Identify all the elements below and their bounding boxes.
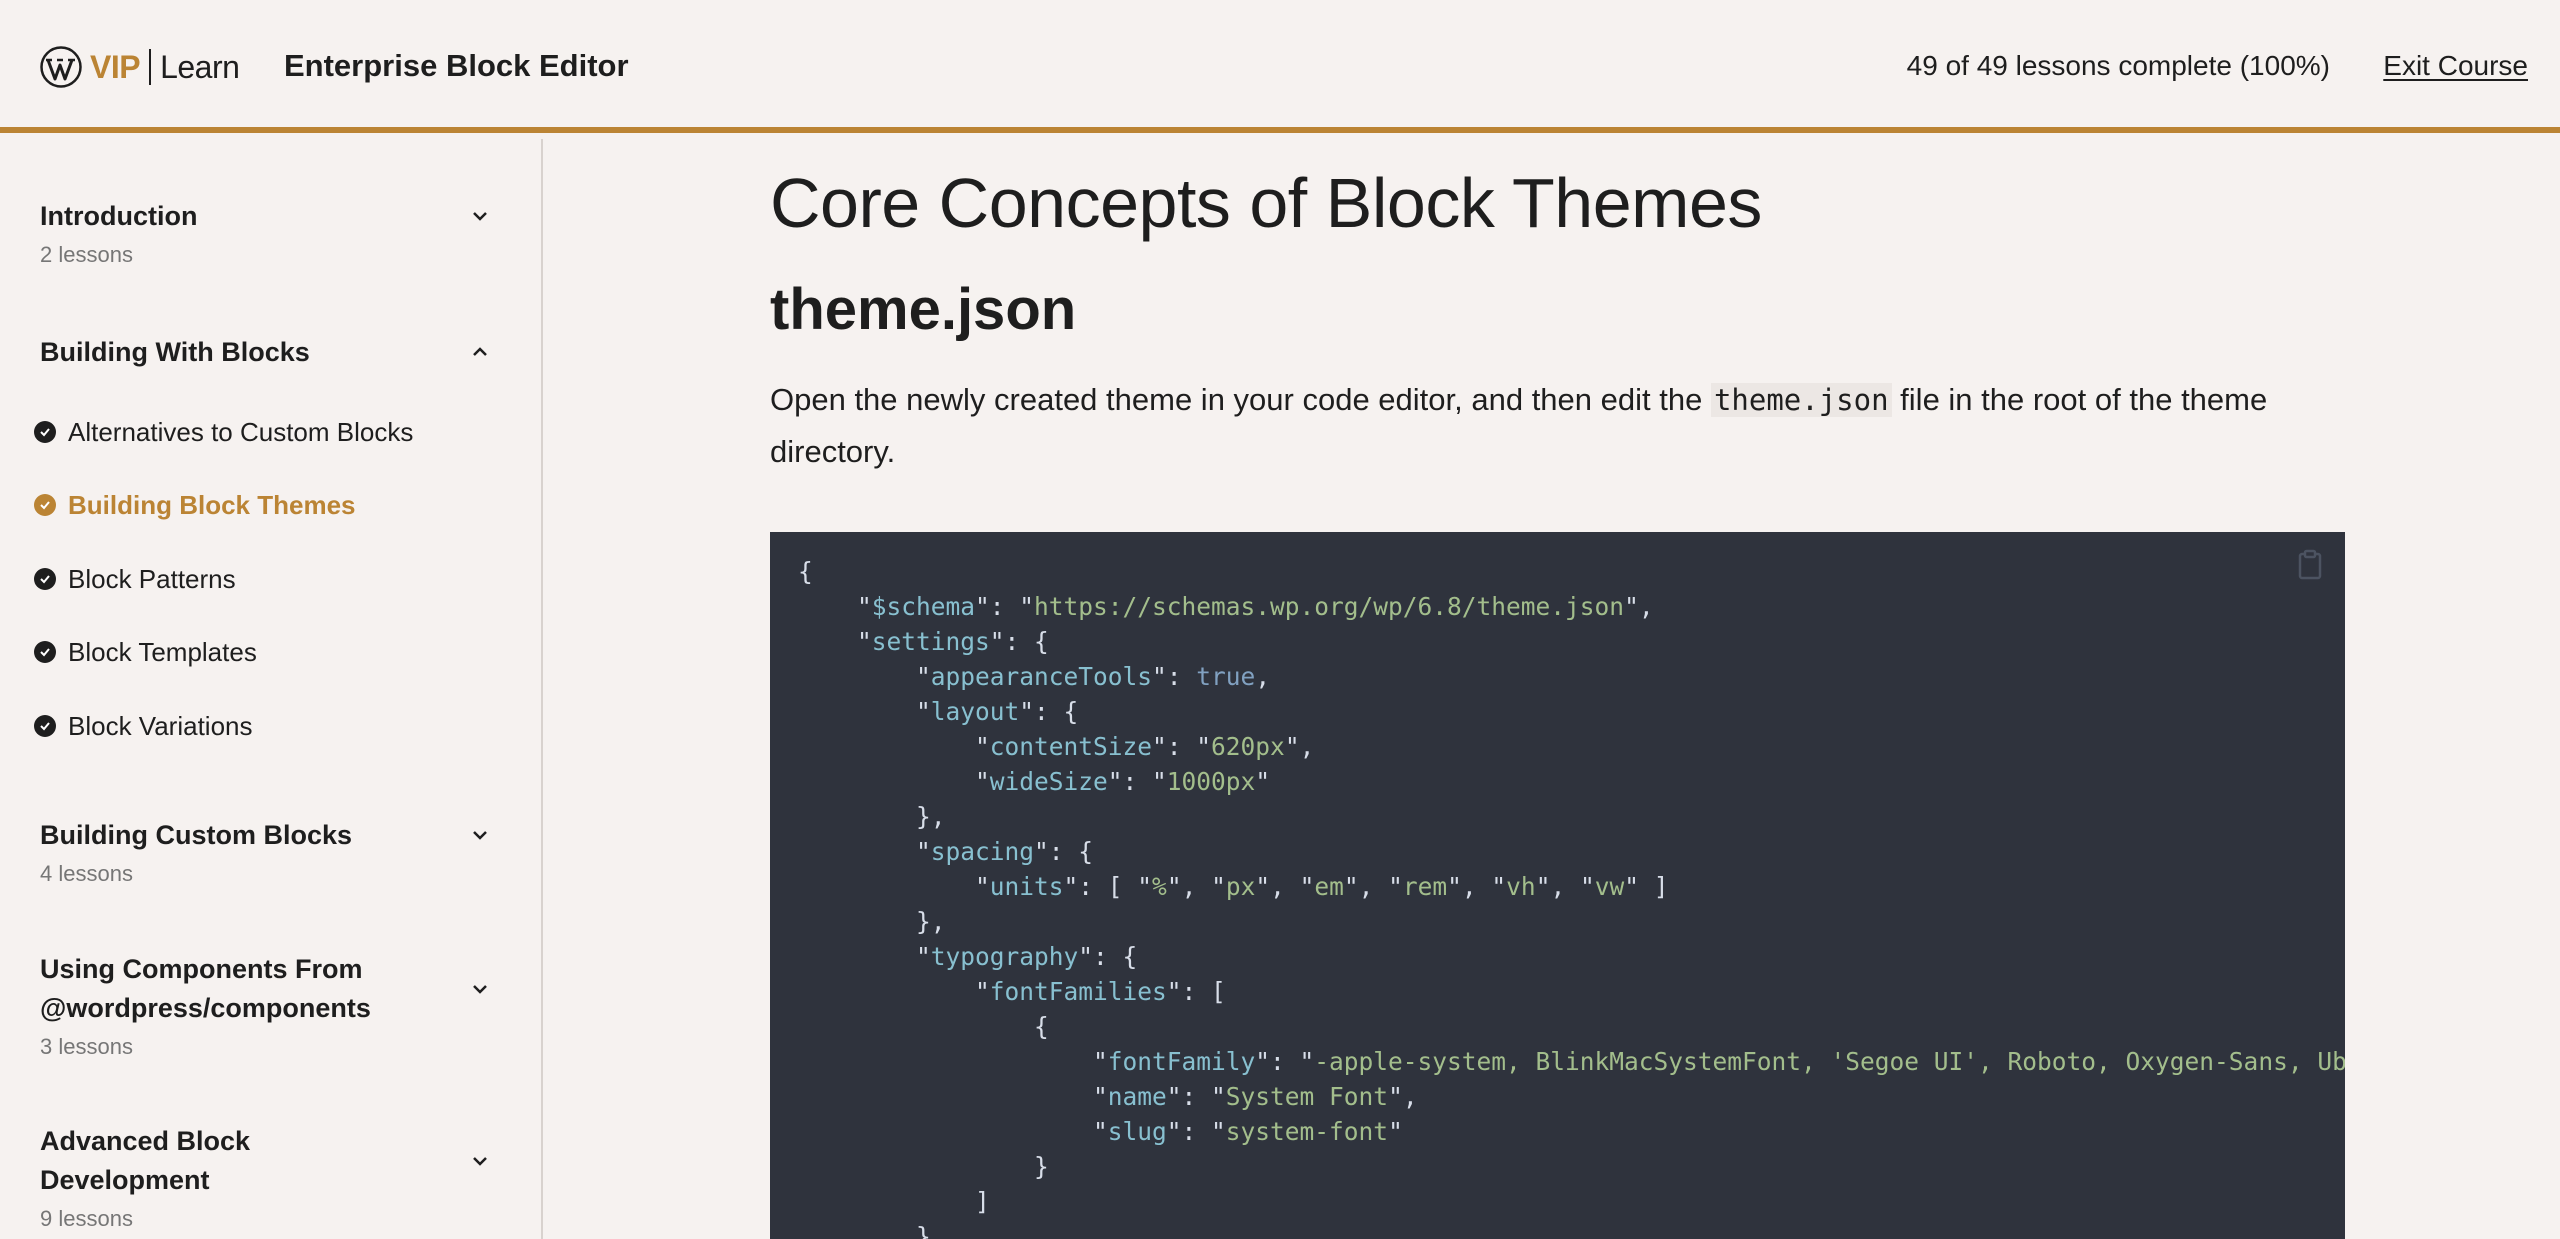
code-string: vw	[1594, 872, 1625, 901]
code-string: system-font	[1225, 1117, 1389, 1146]
section-title: Introduction	[40, 201, 198, 231]
code-string: rem	[1402, 872, 1448, 901]
vip-learn-logo[interactable]: VIP Learn	[40, 46, 240, 88]
code-string: em	[1314, 872, 1344, 901]
code-string: 1000px	[1166, 767, 1256, 796]
course-title: Enterprise Block Editor	[284, 48, 629, 83]
section-heading: theme.json	[770, 277, 1077, 342]
course-sidebar: Introduction 2 lessons Building With Blo…	[0, 139, 543, 1239]
para-text: Open the newly created theme in your cod…	[770, 382, 1711, 417]
check-circle-icon	[34, 494, 56, 516]
check-circle-icon	[34, 421, 56, 443]
exit-course-link[interactable]: Exit Course	[2383, 50, 2528, 82]
logo-learn-text: Learn	[160, 48, 240, 85]
section-lesson-count: 3 lessons	[40, 1034, 133, 1059]
lesson-item[interactable]: Block Patterns	[34, 561, 236, 597]
check-circle-icon	[34, 641, 56, 663]
code-content: { "$schema": "https://schemas.wp.org/wp/…	[798, 554, 2345, 1239]
code-string: %	[1152, 872, 1167, 901]
section-lesson-count: 9 lessons	[40, 1206, 133, 1231]
code-string: https://schemas.wp.org/wp/6.8/theme.json	[1034, 592, 1625, 621]
code-block[interactable]: { "$schema": "https://schemas.wp.org/wp/…	[770, 532, 2345, 1239]
chevron-down-icon[interactable]	[460, 820, 500, 850]
section-building-custom-blocks[interactable]: Building Custom Blocks 4 lessons	[40, 816, 500, 887]
lesson-label: Building Block Themes	[68, 489, 356, 520]
code-string: 620px	[1211, 732, 1285, 761]
lesson-item[interactable]: Block Variations	[34, 708, 253, 744]
section-lesson-count: 4 lessons	[40, 861, 133, 886]
section-title: Building With Blocks	[40, 337, 310, 367]
lesson-item[interactable]: Alternatives to Custom Blocks	[34, 414, 413, 450]
lesson-label: Block Variations	[68, 710, 253, 741]
chevron-up-icon[interactable]	[460, 337, 500, 367]
code-string: px	[1225, 872, 1256, 901]
chevron-down-icon[interactable]	[460, 1146, 500, 1176]
chevron-down-icon[interactable]	[460, 974, 500, 1004]
lesson-content: Core Concepts of Block Themes theme.json…	[545, 139, 2560, 1239]
chevron-down-icon[interactable]	[460, 201, 500, 231]
logo-divider	[149, 49, 152, 85]
section-title: Using Components From @wordpress/compone…	[40, 954, 371, 1023]
lesson-paragraph: Open the newly created theme in your cod…	[770, 374, 2350, 478]
lesson-item-active[interactable]: Building Block Themes	[34, 487, 356, 523]
code-string: System Font	[1225, 1082, 1389, 1111]
section-lesson-count: 2 lessons	[40, 242, 133, 267]
wordpress-logo-icon	[40, 46, 82, 88]
lesson-label: Alternatives to Custom Blocks	[68, 416, 414, 447]
lesson-label: Block Patterns	[68, 563, 236, 594]
code-string: vh	[1506, 872, 1536, 901]
section-advanced-block-development[interactable]: Advanced Block Development 9 lessons	[40, 1122, 500, 1232]
top-header: VIP Learn Enterprise Block Editor 49 of …	[0, 0, 2560, 133]
code-string: -apple-system, BlinkMacSystemFont, 'Sego…	[1314, 1047, 2345, 1076]
section-introduction[interactable]: Introduction 2 lessons	[40, 197, 500, 268]
lesson-label: Block Templates	[68, 636, 257, 667]
check-circle-icon	[34, 715, 56, 737]
lesson-item[interactable]: Block Templates	[34, 634, 257, 670]
section-title: Advanced Block Development	[40, 1126, 251, 1195]
logo-vip-text: VIP	[90, 48, 141, 85]
course-progress: 49 of 49 lessons complete (100%)	[1906, 50, 2330, 81]
inline-code: theme.json	[1710, 383, 1892, 417]
page-title: Core Concepts of Block Themes	[770, 164, 1762, 242]
check-circle-icon	[34, 568, 56, 590]
section-building-with-blocks[interactable]: Building With Blocks	[40, 333, 500, 372]
section-using-components[interactable]: Using Components From @wordpress/compone…	[40, 950, 500, 1060]
section-title: Building Custom Blocks	[40, 820, 353, 850]
